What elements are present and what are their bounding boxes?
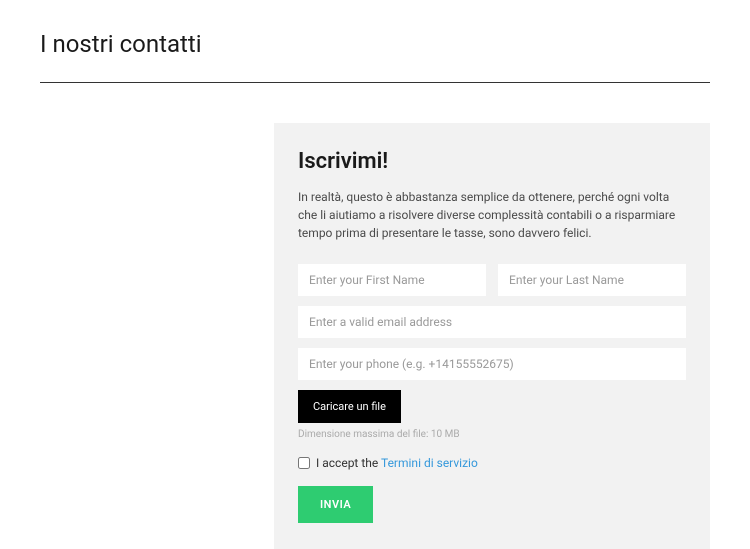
submit-button[interactable]: INVIA [298,486,373,523]
divider [40,82,710,83]
form-title: Iscrivimi! [298,149,686,174]
terms-label: I accept the Termini di servizio [316,456,478,470]
form-description: In realtà, questo è abbastanza semplice … [298,188,686,242]
accept-text: I accept the [316,456,381,470]
name-row [298,264,686,296]
terms-link[interactable]: Termini di servizio [381,456,478,470]
signup-form-panel: Iscrivimi! In realtà, questo è abbastanz… [274,123,710,549]
first-name-input[interactable] [298,264,486,296]
form-wrapper: Iscrivimi! In realtà, questo è abbastanz… [40,123,710,549]
last-name-input[interactable] [498,264,686,296]
terms-checkbox[interactable] [298,457,310,469]
terms-checkbox-row: I accept the Termini di servizio [298,456,686,470]
upload-file-button[interactable]: Caricare un file [298,390,401,423]
email-input[interactable] [298,306,686,338]
phone-input[interactable] [298,348,686,380]
page-title: I nostri contatti [40,30,710,58]
file-size-hint: Dimensione massima del file: 10 MB [298,429,686,440]
